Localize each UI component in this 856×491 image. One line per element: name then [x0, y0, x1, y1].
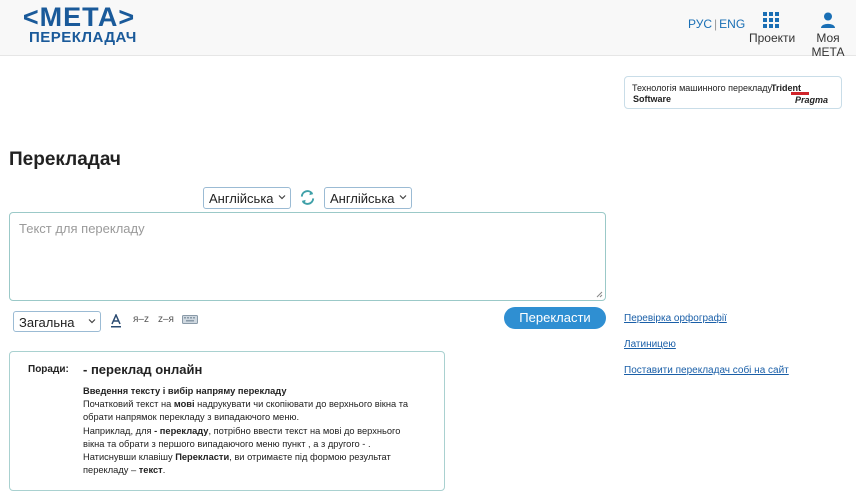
logo-sub: ПЕРЕКЛАДАЧ — [29, 29, 137, 46]
page-title: Перекладач — [9, 149, 121, 170]
nav-projects[interactable]: Проекти — [749, 12, 796, 45]
sort-az-button[interactable]: я–z — [133, 314, 149, 328]
source-text-input[interactable]: Текст для перекладу — [9, 212, 606, 301]
nav-account-label: Моя МЕТА — [811, 31, 845, 59]
nav-projects-label: Проекти — [749, 31, 796, 45]
sponsor-software: Software — [633, 94, 672, 104]
header: <МЕТА> ПЕРЕКЛАДАЧ РУС | ENG Проекти Моя МЕ… — [0, 0, 856, 59]
spellcheck-link[interactable]: Перевірка орфографії — [624, 313, 727, 324]
tips-heading: Введення тексту і вибір напряму переклад… — [83, 386, 287, 396]
pragma-logo: Pragma — [790, 92, 829, 105]
lang-separator: | — [714, 17, 718, 31]
tips-title: - переклад онлайн — [83, 362, 203, 377]
embed-translator-link[interactable]: Поставити перекладач собі на сайт — [624, 365, 789, 376]
logo-main: <МЕТА> — [22, 2, 136, 32]
sponsor-banner[interactable]: Технологія машинного перекладу Trident S… — [624, 76, 842, 109]
translate-button[interactable]: Перекласти — [504, 307, 606, 329]
chevron-down-icon — [88, 319, 96, 324]
source-language-select[interactable]: Англійська — [203, 187, 291, 209]
tips-label: Поради: — [28, 364, 69, 375]
tips-paragraph-2: Наприклад, для - перекладу, потрібно вве… — [83, 425, 401, 449]
sort-za-button[interactable]: z–я — [158, 314, 174, 328]
target-language-select[interactable]: Англійська — [324, 187, 412, 209]
chevron-down-icon — [399, 195, 407, 200]
topic-select[interactable]: Загальна — [13, 311, 101, 332]
source-text-placeholder: Текст для перекладу — [19, 221, 145, 236]
latin-link[interactable]: Латиницею — [624, 339, 676, 350]
topic-value: Загальна — [19, 315, 75, 330]
language-switch: РУС | ENG — [688, 17, 745, 31]
source-language-value: Англійська — [209, 191, 274, 206]
user-icon — [821, 12, 835, 28]
tips-paragraph-1: Початковий текст на мові надрукувати чи … — [83, 399, 409, 423]
target-language-value: Англійська — [330, 191, 395, 206]
grid-icon — [763, 12, 779, 28]
tips-panel: Поради: - переклад онлайн Введення текст… — [9, 351, 445, 491]
swap-languages-icon[interactable] — [298, 188, 317, 207]
tips-paragraph-3: Натиснувши клавішу Перекласти, ви отрима… — [83, 452, 391, 476]
chevron-down-icon — [278, 195, 286, 200]
lang-ru-link[interactable]: РУС — [688, 17, 712, 31]
nav-account[interactable]: Моя МЕТА — [800, 12, 856, 59]
keyboard-icon[interactable] — [182, 315, 198, 324]
lang-en-link[interactable]: ENG — [719, 17, 745, 31]
logo[interactable]: <МЕТА> ПЕРЕКЛАДАЧ — [20, 3, 138, 47]
sponsor-text: Технологія машинного перекладу — [632, 83, 773, 93]
tips-body: Введення тексту і вибір напряму переклад… — [83, 385, 423, 477]
resize-handle-icon[interactable] — [596, 291, 603, 298]
font-icon[interactable] — [110, 314, 122, 328]
